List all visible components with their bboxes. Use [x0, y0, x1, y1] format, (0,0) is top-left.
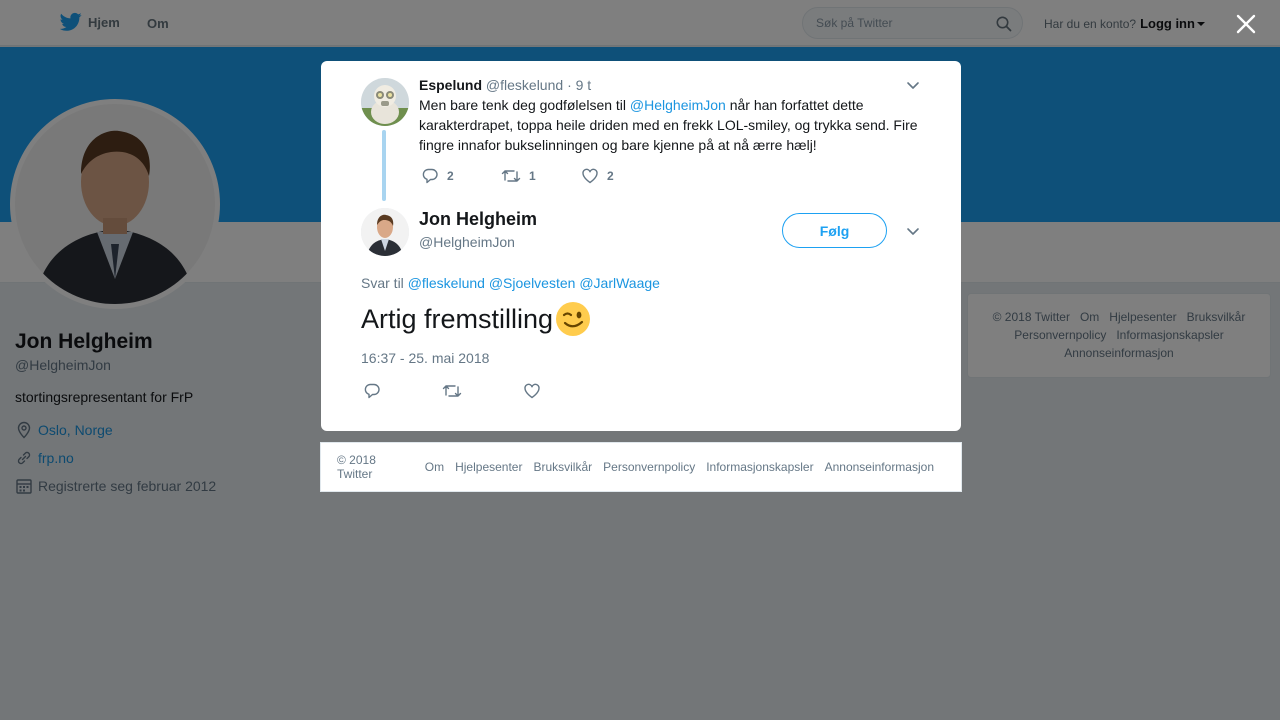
chevron-down-icon[interactable]: [905, 223, 921, 239]
modal-footer-link[interactable]: Bruksvilkår: [533, 460, 592, 474]
winking-face-emoji: [556, 302, 591, 336]
reply-icon[interactable]: [363, 382, 381, 400]
close-icon[interactable]: [1233, 11, 1259, 37]
parent-tweet-time[interactable]: · 9 t: [567, 77, 591, 93]
reply-icon: [422, 168, 438, 184]
main-tweet-text: Artig fremstilling: [361, 304, 554, 334]
heart-icon: [582, 168, 598, 184]
parent-tweet-author-name[interactable]: Espelund: [419, 77, 482, 93]
modal-footer: © 2018 Twitter Om Hjelpesenter Bruksvilk…: [320, 442, 962, 492]
main-tweet-avatar[interactable]: [361, 208, 409, 256]
main-tweet-author-handle[interactable]: @HelgheimJon: [419, 234, 515, 250]
parent-tweet-avatar[interactable]: [361, 78, 409, 126]
retweet-icon[interactable]: [442, 382, 462, 400]
modal-footer-link[interactable]: Informasjonskapsler: [706, 460, 813, 474]
parent-like-count: 2: [607, 169, 614, 183]
parent-tweet-header: Espelund @fleskelund · 9 t: [419, 77, 591, 93]
parent-like-button[interactable]: 2: [581, 167, 614, 185]
modal-footer-link[interactable]: Annonseinformasjon: [825, 460, 934, 474]
parent-tweet-mention[interactable]: @HelgheimJon: [630, 97, 726, 113]
reply-to-line: Svar til @fleskelund @Sjoelvesten @JarlW…: [361, 275, 660, 291]
parent-tweet-text-before: Men bare tenk deg godfølelsen til: [419, 97, 630, 113]
follow-button[interactable]: Følg: [782, 213, 887, 248]
main-tweet-author-name[interactable]: Jon Helgheim: [419, 209, 537, 230]
main-tweet-text-row: Artig fremstilling: [361, 299, 591, 339]
modal-footer-link[interactable]: Hjelpesenter: [455, 460, 522, 474]
tweet-modal: Espelund @fleskelund · 9 t Men bare tenk…: [321, 61, 961, 431]
reply-mention[interactable]: @Sjoelvesten: [489, 275, 576, 291]
modal-footer-link[interactable]: Personvernpolicy: [603, 460, 695, 474]
modal-footer-link[interactable]: Om: [425, 460, 444, 474]
reply-to-prefix: Svar til: [361, 275, 404, 291]
modal-footer-copyright: © 2018 Twitter: [337, 453, 376, 481]
parent-tweet-text: Men bare tenk deg godfølelsen til @Helgh…: [419, 95, 929, 155]
parent-retweet-count: 1: [529, 169, 536, 183]
heart-icon[interactable]: [523, 382, 541, 400]
reply-mention[interactable]: @JarlWaage: [579, 275, 660, 291]
main-tweet-timestamp[interactable]: 16:37 - 25. mai 2018: [361, 350, 489, 366]
chevron-down-icon[interactable]: [905, 77, 921, 93]
retweet-icon: [501, 170, 521, 182]
parent-retweet-button[interactable]: 1: [501, 167, 536, 185]
reply-mention[interactable]: @fleskelund: [408, 275, 485, 291]
parent-tweet-author-handle[interactable]: @fleskelund: [486, 77, 563, 93]
parent-reply-button[interactable]: 2: [421, 167, 454, 185]
thread-connector-line: [382, 130, 386, 201]
parent-reply-count: 2: [447, 169, 454, 183]
